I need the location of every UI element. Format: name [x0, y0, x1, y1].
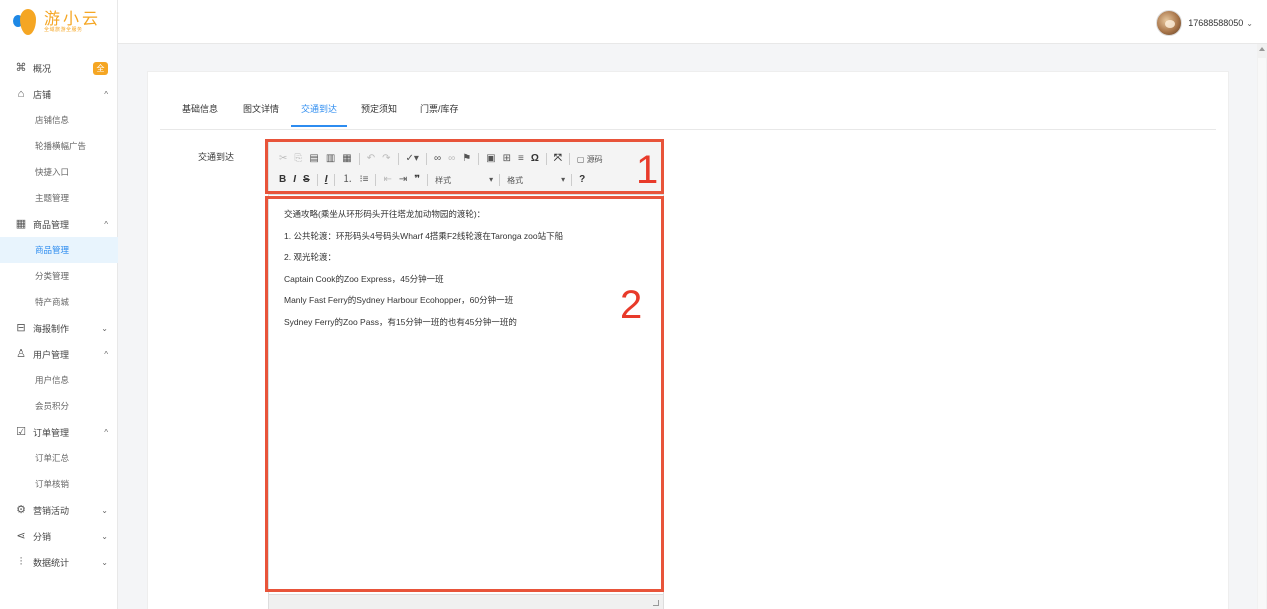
- chevron-down-icon[interactable]: ⌄: [101, 324, 108, 333]
- chevron-down-icon[interactable]: ⌄: [101, 532, 108, 541]
- sidebar-group-17[interactable]: ⚙ 营销活动 ⌄: [0, 497, 118, 523]
- avatar[interactable]: [1156, 10, 1183, 36]
- logo-subtitle: 全域旅游全服务: [44, 27, 83, 33]
- tab-transport[interactable]: 交通到达: [291, 102, 348, 127]
- page-scrollbar[interactable]: [1257, 44, 1267, 609]
- sidebar-group-11[interactable]: ♙ 用户管理 ^: [0, 341, 118, 367]
- sidebar-group-label: 商品管理: [33, 219, 70, 230]
- tab-details[interactable]: 图文详情: [243, 102, 279, 125]
- sidebar-item-8[interactable]: 分类管理: [0, 263, 118, 289]
- sidebar-group-10[interactable]: ⊟ 海报制作 ⌄: [0, 315, 118, 341]
- annotation-box-1: [265, 139, 664, 194]
- gear-icon: ⚙: [16, 504, 26, 516]
- resize-grip-icon[interactable]: [653, 600, 659, 606]
- tab-tickets-stock[interactable]: 门票/库存: [420, 102, 459, 125]
- sidebar-group-label: 海报制作: [33, 323, 70, 334]
- username[interactable]: 17688588050: [1188, 18, 1243, 28]
- sidebar-group-1[interactable]: ⌂ 店铺 ^: [0, 81, 118, 107]
- calendar-icon: ▦: [15, 218, 27, 230]
- top-header: 17688588050 ⌄: [118, 0, 1267, 44]
- annotation-label-1: 1: [636, 148, 659, 192]
- sidebar-item-16[interactable]: 订单核销: [0, 471, 118, 497]
- editor-statusbar: [269, 594, 663, 609]
- sidebar-group-label: 用户管理: [33, 349, 70, 360]
- tab-booking-notes[interactable]: 预定须知: [361, 102, 397, 125]
- checkbox-icon: ☑: [16, 426, 26, 438]
- sidebar-item-2[interactable]: 店铺信息: [0, 107, 118, 133]
- sidebar-group-18[interactable]: ⋖ 分销 ⌄: [0, 523, 118, 549]
- scroll-up-icon[interactable]: [1259, 47, 1265, 51]
- shop-icon: ⌂: [17, 88, 25, 100]
- sidebar-item-7[interactable]: 商品管理: [0, 237, 118, 263]
- command-icon: ⌘: [15, 62, 27, 74]
- chevron-down-icon[interactable]: ⌄: [1246, 19, 1253, 28]
- sidebar-item-9[interactable]: 特产商城: [0, 289, 118, 315]
- sidebar-group-label: 数据统计: [33, 557, 70, 568]
- sidebar-group-19[interactable]: ⫶ 数据统计 ⌄: [0, 549, 118, 575]
- tab-basic-info[interactable]: 基础信息: [182, 102, 218, 125]
- sidebar-group-label: 店铺: [33, 89, 52, 100]
- chevron-up-icon[interactable]: ^: [104, 220, 108, 229]
- chevron-down-icon[interactable]: ⌄: [101, 558, 108, 567]
- scroll-thumb[interactable]: [1258, 58, 1266, 609]
- sidebar-item-15[interactable]: 订单汇总: [0, 445, 118, 471]
- map-icon: ⊟: [16, 322, 26, 334]
- field-label-transport: 交通到达: [198, 152, 235, 162]
- annotation-box-2: [265, 196, 664, 592]
- sidebar-group-label: 营销活动: [33, 505, 70, 516]
- logo[interactable]: 游小云 全域旅游全服务: [0, 0, 117, 44]
- sidebar-item-12[interactable]: 用户信息: [0, 367, 118, 393]
- sidebar-item-13[interactable]: 会员积分: [0, 393, 118, 419]
- sidebar-group-label: 订单管理: [33, 427, 70, 438]
- sidebar-group-label: 概况: [33, 63, 52, 74]
- logo-icon: [12, 7, 38, 37]
- share-icon: ⋖: [16, 530, 26, 542]
- sidebar: 游小云 全域旅游全服务 ⌘ 概况 全 ⌂ 店铺 ^ 店铺信息 轮播横幅广告 快捷入口 主题管理 ▦ 商…: [0, 0, 118, 609]
- sidebar-item-3[interactable]: 轮播横幅广告: [0, 133, 118, 159]
- chevron-up-icon[interactable]: ^: [104, 428, 108, 437]
- sidebar-item-5[interactable]: 主题管理: [0, 185, 118, 211]
- sidebar-group-14[interactable]: ☑ 订单管理 ^: [0, 419, 118, 445]
- status-badge: 全: [93, 61, 108, 75]
- sidebar-nav: ⌘ 概况全 ⌂ 店铺 ^ 店铺信息 轮播横幅广告 快捷入口 主题管理 ▦ 商品管理 ^ 商品管理 分类管理…: [0, 55, 118, 575]
- sidebar-group-label: 分销: [33, 531, 52, 542]
- chevron-up-icon[interactable]: ^: [104, 90, 108, 99]
- tab-bar: 基础信息 图文详情 交通到达 预定须知 门票/库存: [160, 72, 1216, 130]
- sidebar-item-4[interactable]: 快捷入口: [0, 159, 118, 185]
- logo-title: 游小云: [44, 9, 102, 28]
- chevron-down-icon[interactable]: ⌄: [101, 506, 108, 515]
- chevron-up-icon[interactable]: ^: [104, 350, 108, 359]
- users-icon: ♙: [16, 348, 26, 360]
- user-menu[interactable]: 17688588050 ⌄: [1156, 10, 1253, 36]
- sidebar-group-0[interactable]: ⌘ 概况 全: [0, 55, 118, 81]
- bar-chart-icon: ⫶: [19, 556, 23, 568]
- sidebar-group-6[interactable]: ▦ 商品管理 ^: [0, 211, 118, 237]
- annotation-label-2: 2: [620, 283, 643, 327]
